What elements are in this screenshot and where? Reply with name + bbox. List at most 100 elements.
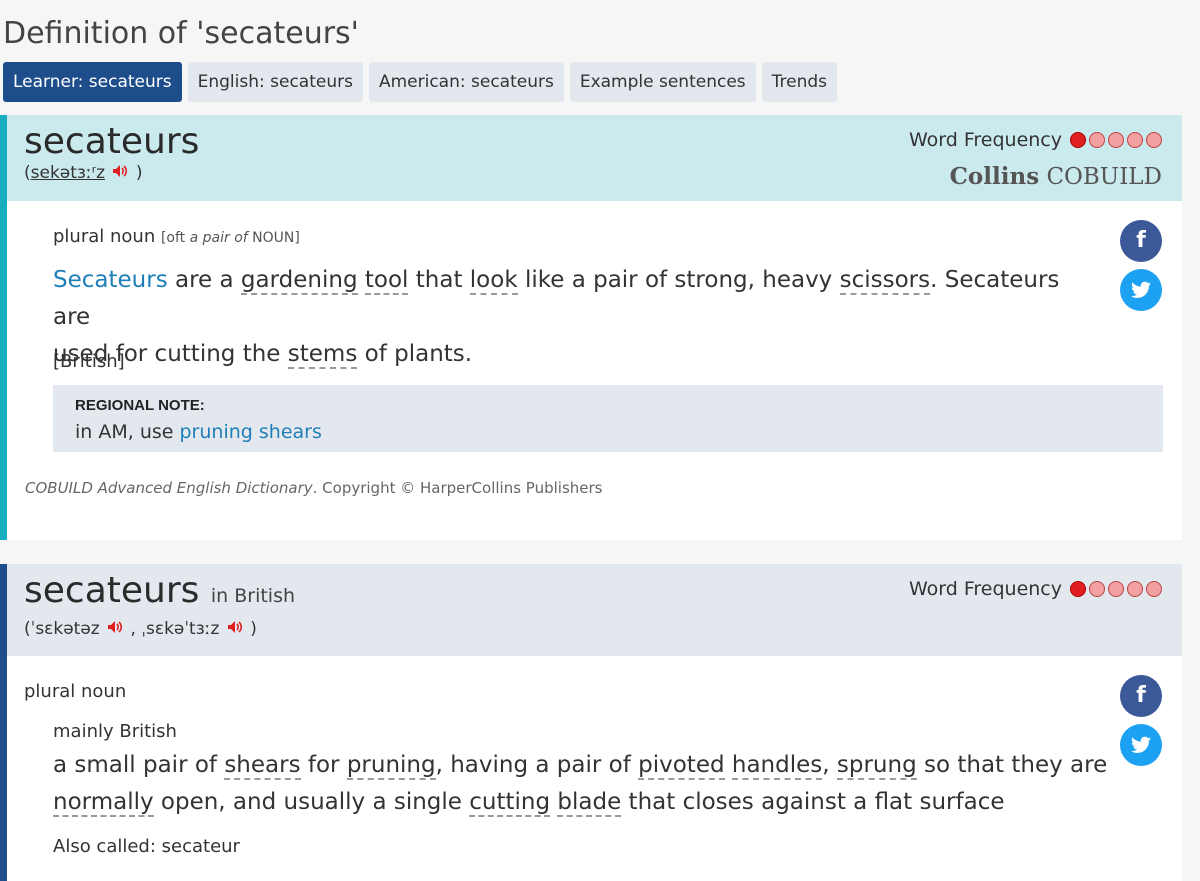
pos-note-c: NOUN]: [252, 230, 300, 246]
pron-close: ): [250, 619, 257, 639]
entry-header: secateurs (sekətɜːʳz ) Word Frequency Co…: [7, 115, 1182, 201]
facebook-share-button[interactable]: f: [1120, 675, 1162, 717]
def-link-word[interactable]: pruning: [346, 752, 436, 780]
usage-label: mainly British: [53, 721, 177, 742]
definition: a small pair of shears for pruning, havi…: [53, 747, 1113, 821]
pron-open: (: [24, 619, 31, 639]
dictionary-tabs: Learner: secateurs English: secateurs Am…: [3, 62, 838, 102]
british-entry-card: secateurs in British (ˈsɛkətəz , ˌsɛkəˈt…: [0, 564, 1182, 881]
definition: Secateurs are a gardening tool that look…: [53, 262, 1103, 373]
tab-example-sentences[interactable]: Example sentences: [569, 62, 756, 102]
def-link-word[interactable]: cutting: [469, 789, 551, 817]
part-of-speech: plural noun [oft a pair of NOUN]: [53, 226, 300, 247]
twitter-icon: [1131, 281, 1151, 298]
pos-note-a: [oft: [160, 230, 186, 246]
speaker-icon[interactable]: [107, 620, 123, 638]
twitter-icon: [1131, 736, 1151, 753]
entry-header: secateurs in British (ˈsɛkətəz , ˌsɛkəˈt…: [7, 564, 1182, 656]
copyright-text: . Copyright © HarperCollins Publishers: [312, 479, 603, 497]
pron-text-2: ˌsɛkəˈtɜːz: [141, 619, 220, 639]
def-link-word[interactable]: normally: [53, 789, 154, 817]
headword: secateurs in British: [24, 570, 295, 611]
page-title: Definition of 'secateurs': [3, 16, 359, 51]
regional-note-body: in AM, use pruning shears: [75, 421, 322, 443]
collins-cobuild-logo: Collins COBUILD: [950, 163, 1162, 190]
speaker-icon[interactable]: [112, 164, 128, 182]
brand-cobuild: COBUILD: [1046, 164, 1162, 190]
pron-text-1: ˈsɛkətəz: [30, 619, 100, 639]
pronunciation: (sekətɜːʳz ): [24, 163, 142, 183]
frequency-dot: [1127, 581, 1143, 597]
tab-english[interactable]: English: secateurs: [187, 62, 363, 102]
headword-text: secateurs: [24, 570, 200, 611]
def-link-word[interactable]: tool: [364, 267, 409, 295]
pron-separator: ,: [130, 619, 136, 639]
def-text: like a pair of strong, heavy: [517, 267, 840, 293]
word-frequency-label: Word Frequency: [908, 578, 1062, 600]
twitter-share-button[interactable]: [1120, 269, 1162, 311]
frequency-dot: [1089, 581, 1105, 597]
def-text: a small pair of: [53, 752, 225, 778]
def-link-word[interactable]: look: [469, 267, 518, 295]
pron-open: (: [24, 163, 31, 183]
facebook-icon: f: [1136, 683, 1146, 708]
def-text: [358, 267, 365, 293]
frequency-dot: [1070, 132, 1086, 148]
def-text: are a: [167, 267, 241, 293]
pos-label: plural noun: [53, 226, 156, 247]
def-text: that closes against a flat surface: [621, 789, 1005, 815]
def-text: of plants.: [357, 341, 473, 367]
pron-text: sekətɜːʳz: [30, 163, 106, 183]
def-link-word[interactable]: shears: [224, 752, 301, 780]
regional-note-text: in AM, use: [75, 421, 180, 443]
def-text: for: [300, 752, 347, 778]
def-text: , having a pair of: [435, 752, 639, 778]
frequency-dot: [1127, 132, 1143, 148]
def-text: so that they are: [916, 752, 1108, 778]
frequency-dot: [1108, 132, 1124, 148]
pos-note-b: a pair of: [189, 230, 248, 246]
def-link-word[interactable]: pivoted: [638, 752, 725, 780]
def-link-word[interactable]: blade: [557, 789, 622, 817]
def-link-word[interactable]: handles: [731, 752, 823, 780]
frequency-dot: [1146, 581, 1162, 597]
pronunciation: (ˈsɛkətəz , ˌsɛkəˈtɜːz ): [24, 619, 257, 639]
facebook-icon: f: [1136, 228, 1146, 253]
frequency-dots: [1070, 132, 1162, 148]
brand-collins: Collins: [949, 163, 1040, 190]
def-headword: Secateurs: [53, 267, 168, 293]
tab-american[interactable]: American: secateurs: [368, 62, 564, 102]
def-link-word[interactable]: sprung: [836, 752, 917, 780]
headword: secateurs: [24, 121, 200, 162]
def-text: [725, 752, 732, 778]
pron-close: ): [135, 163, 143, 183]
frequency-dots: [1070, 581, 1162, 597]
regional-note: REGIONAL NOTE: in AM, use pruning shears: [53, 385, 1163, 452]
frequency-dot: [1089, 132, 1105, 148]
word-frequency: Word Frequency: [909, 129, 1162, 151]
word-frequency-label: Word Frequency: [908, 129, 1062, 151]
part-of-speech: plural noun: [24, 681, 127, 702]
dialect-label: in British: [210, 585, 296, 607]
def-link-word[interactable]: scissors: [839, 267, 931, 295]
frequency-dot: [1070, 581, 1086, 597]
twitter-share-button[interactable]: [1120, 724, 1162, 766]
def-text: open, and usually a single: [153, 789, 470, 815]
speaker-icon[interactable]: [227, 620, 243, 638]
copyright-source: COBUILD Advanced English Dictionary: [25, 479, 313, 497]
def-link-word[interactable]: gardening: [240, 267, 358, 295]
region-label: [British]: [53, 351, 125, 372]
word-frequency: Word Frequency: [909, 578, 1162, 600]
regional-note-title: REGIONAL NOTE:: [75, 397, 205, 414]
def-link-word[interactable]: stems: [287, 341, 358, 369]
tab-learner[interactable]: Learner: secateurs: [3, 62, 182, 102]
copyright: COBUILD Advanced English Dictionary. Cop…: [25, 479, 602, 497]
facebook-share-button[interactable]: f: [1120, 220, 1162, 262]
frequency-dot: [1146, 132, 1162, 148]
tab-trends[interactable]: Trends: [761, 62, 838, 102]
frequency-dot: [1108, 581, 1124, 597]
pruning-shears-link[interactable]: pruning shears: [180, 421, 322, 443]
learner-entry-card: secateurs (sekətɜːʳz ) Word Frequency Co…: [0, 115, 1182, 540]
def-text: that: [408, 267, 470, 293]
def-text: ,: [822, 752, 837, 778]
